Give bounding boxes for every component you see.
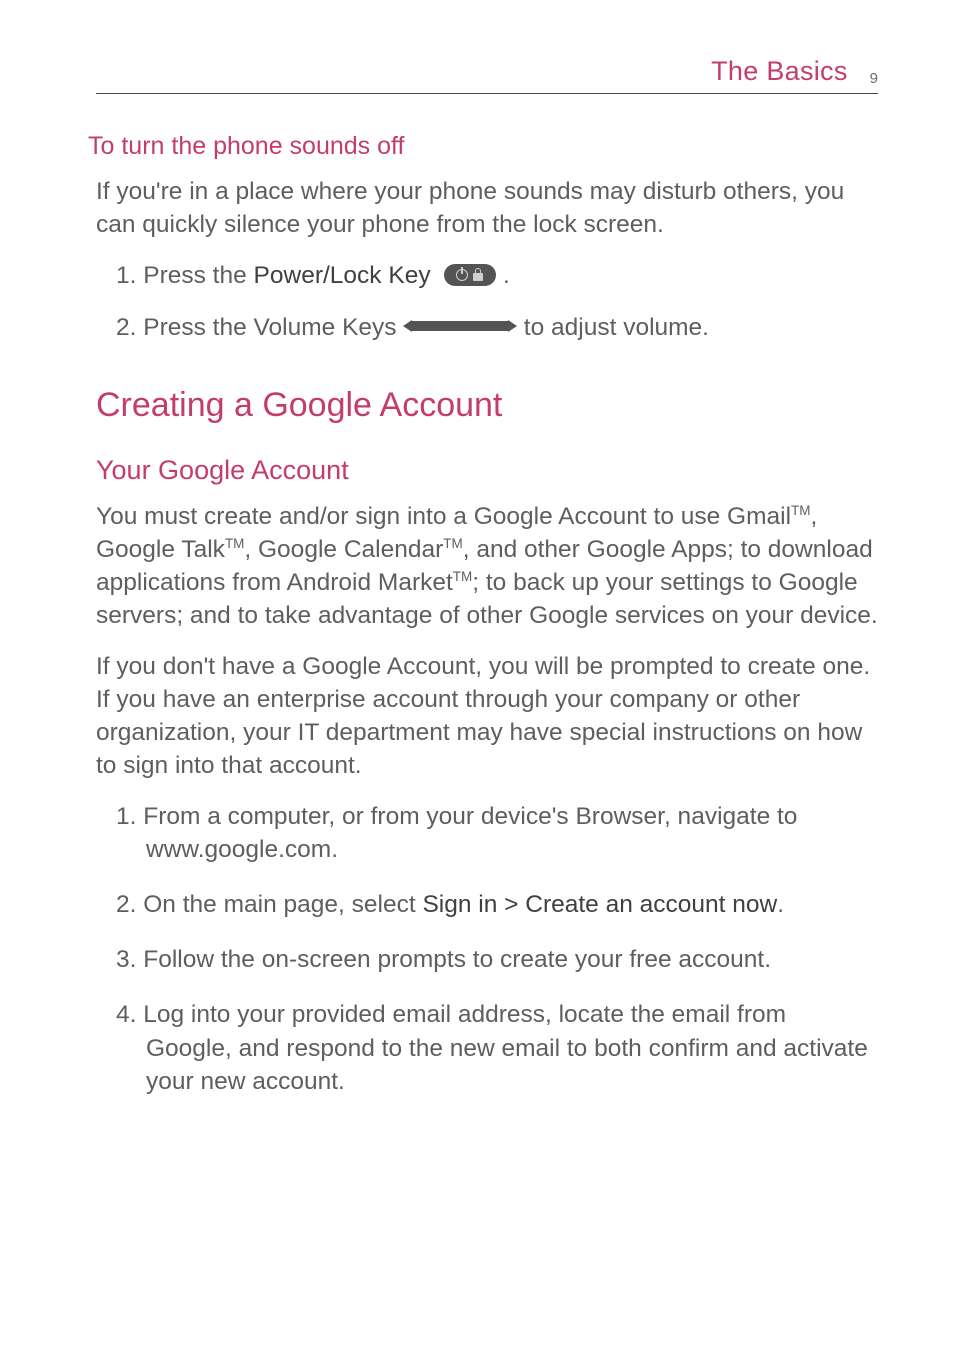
step2-pre: 2. Press the Volume Keys	[116, 314, 403, 341]
sign-in-create-account-label: Sign in > Create an account now	[422, 891, 777, 918]
google-account-para1: You must create and/or sign into a Googl…	[96, 500, 878, 632]
sounds-off-steps: 1. Press the Power/Lock Key . 2. Press t…	[116, 259, 878, 346]
page: The Basics 9 To turn the phone sounds of…	[0, 0, 954, 1372]
tm-icon: TM	[443, 536, 462, 551]
step1-post: .	[496, 262, 510, 289]
header-title: The Basics	[711, 56, 848, 87]
ga-step-3: 3. Follow the on-screen prompts to creat…	[116, 943, 878, 976]
tm-icon: TM	[453, 569, 472, 584]
power-lock-key-label: Power/Lock Key	[254, 262, 431, 289]
section-title-google-account: Creating a Google Account	[96, 386, 878, 425]
step2-post: to adjust volume.	[517, 314, 709, 341]
subsection-your-google-account: Your Google Account	[96, 455, 878, 486]
google-account-para2: If you don't have a Google Account, you …	[96, 650, 878, 782]
ga-step-4: 4. Log into your provided email address,…	[116, 998, 878, 1097]
ga-step-1: 1. From a computer, or from your device'…	[116, 800, 878, 866]
sounds-off-intro: If you're in a place where your phone so…	[96, 175, 878, 241]
page-number: 9	[870, 70, 878, 87]
ga-s2-pre: 2. On the main page, select	[116, 891, 422, 918]
ga-step-2: 2. On the main page, select Sign in > Cr…	[116, 888, 878, 921]
create-account-steps: 1. From a computer, or from your device'…	[116, 800, 878, 1097]
page-header: The Basics 9	[96, 56, 878, 94]
ga-s2-post: .	[777, 891, 784, 918]
tm-icon: TM	[791, 503, 810, 518]
tm-icon: TM	[225, 536, 244, 551]
step-2: 2. Press the Volume Keys to adjust volum…	[116, 311, 878, 345]
p1c: , Google Calendar	[244, 536, 443, 563]
subsection-title-sounds-off: To turn the phone sounds off	[88, 132, 878, 161]
p1a: You must create and/or sign into a Googl…	[96, 503, 791, 530]
volume-keys-icon	[410, 320, 510, 332]
step-1: 1. Press the Power/Lock Key .	[116, 259, 878, 293]
power-lock-key-icon	[444, 264, 496, 286]
step1-pre: 1. Press the	[116, 262, 254, 289]
